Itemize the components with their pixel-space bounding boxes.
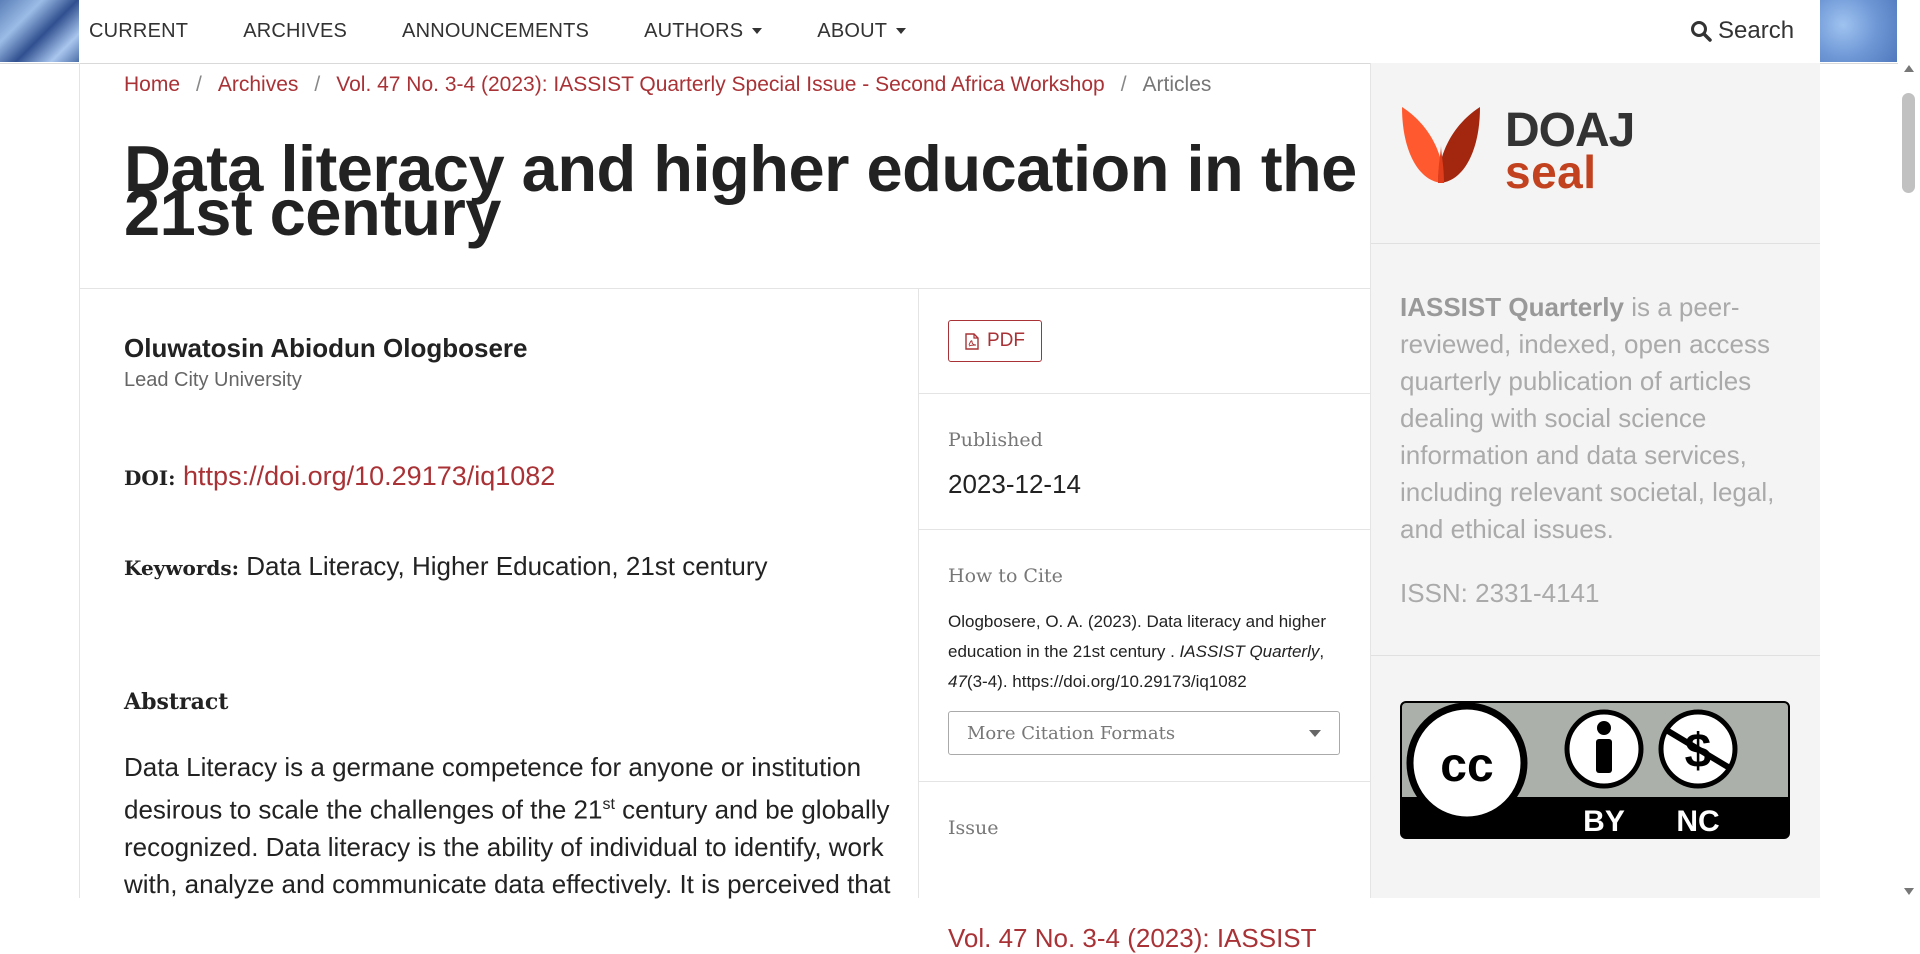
primary-nav: CURRENT ARCHIVES ANNOUNCEMENTS AUTHORS A… <box>89 0 961 62</box>
nc-text: NC <box>1676 805 1719 838</box>
breadcrumb: Home / Archives / Vol. 47 No. 3-4 (2023)… <box>124 73 1211 97</box>
abstract-superscript: st <box>602 796 615 813</box>
divider <box>919 393 1370 394</box>
breadcrumb-separator: / <box>314 73 321 96</box>
nav-item-authors[interactable]: AUTHORS <box>644 19 763 43</box>
file-pdf-icon <box>965 332 979 350</box>
doaj-leaf-icon <box>1402 107 1480 183</box>
divider <box>1371 655 1820 656</box>
article-details: PDF Published 2023-12-14 How to Cite Olo… <box>919 289 1370 953</box>
main-content: Home / Archives / Vol. 47 No. 3-4 (2023)… <box>79 63 1370 953</box>
breadcrumb-issue[interactable]: Vol. 47 No. 3-4 (2023): IASSIST Quarterl… <box>336 73 1104 97</box>
site-logo-left[interactable] <box>0 0 79 62</box>
issue-label: Issue <box>948 817 999 839</box>
page-title: Data literacy and higher education in th… <box>124 132 1357 250</box>
scroll-up-arrow-icon[interactable] <box>1904 65 1914 72</box>
scrollbar-thumb[interactable] <box>1902 93 1915 193</box>
breadcrumb-home[interactable]: Home <box>124 73 180 97</box>
published-label: Published <box>948 429 1043 451</box>
pdf-download-button[interactable]: PDF <box>948 320 1042 362</box>
abstract-text: Data Literacy is a germane competence fo… <box>124 749 904 903</box>
journal-name: IASSIST Quarterly <box>1400 292 1624 322</box>
nav-item-about[interactable]: ABOUT <box>817 19 907 43</box>
caret-down-icon <box>752 28 763 34</box>
pdf-label: PDF <box>987 330 1025 351</box>
keywords-row: Keywords: Data Literacy, Higher Educatio… <box>124 551 767 582</box>
breadcrumb-separator: / <box>196 73 202 96</box>
issn-text: ISSN: 2331-4141 <box>1400 578 1600 608</box>
site-logo-right[interactable] <box>1820 0 1897 62</box>
cc-by-nc-license-icon[interactable]: cc $ BY NC <box>1400 701 1790 839</box>
issue-link[interactable]: Vol. 47 No. 3-4 (2023): IASSIST <box>948 923 1317 954</box>
author-name: Oluwatosin Abiodun Ologbosere <box>124 333 528 363</box>
nav-item-label: AUTHORS <box>644 19 744 42</box>
scroll-down-arrow-icon[interactable] <box>1904 888 1914 895</box>
citation-format-label: More Citation Formats <box>967 722 1176 744</box>
doi-row: DOI: https://doi.org/10.29173/iq1082 <box>124 461 555 492</box>
how-to-cite-label: How to Cite <box>948 565 1063 587</box>
doi-label: DOI: <box>124 466 176 490</box>
breadcrumb-archives[interactable]: Archives <box>218 73 299 97</box>
cc-text: cc <box>1440 739 1493 792</box>
nav-item-announcements[interactable]: ANNOUNCEMENTS <box>402 20 589 43</box>
citation-journal: IASSIST Quarterly <box>1179 642 1320 661</box>
journal-description: IASSIST Quarterly is a peer-reviewed, in… <box>1400 289 1800 548</box>
divider <box>919 781 1370 782</box>
search-link[interactable]: Search <box>1690 17 1794 45</box>
divider <box>1371 243 1820 244</box>
citation-format-dropdown[interactable]: More Citation Formats <box>948 711 1340 755</box>
keywords-value: Data Literacy, Higher Education, 21st ce… <box>246 551 768 581</box>
nav-item-current[interactable]: CURRENT <box>89 20 188 43</box>
seal-wordmark: seal <box>1505 146 1597 198</box>
caret-down-icon <box>896 28 907 34</box>
sidebar: DOAJ seal IASSIST Quarterly is a peer-re… <box>1370 63 1820 898</box>
author-affiliation: Lead City University <box>124 369 302 391</box>
nav-item-label: ANNOUNCEMENTS <box>402 19 590 42</box>
top-navigation-bar: CURRENT ARCHIVES ANNOUNCEMENTS AUTHORS A… <box>0 0 1920 64</box>
keywords-label: Keywords: <box>124 556 240 580</box>
by-text: BY <box>1583 805 1625 838</box>
nav-item-label: ARCHIVES <box>243 19 348 42</box>
published-date: 2023-12-14 <box>948 469 1081 499</box>
breadcrumb-separator: / <box>1120 73 1127 96</box>
breadcrumb-current: Articles <box>1142 73 1212 96</box>
caret-down-icon <box>1309 730 1321 737</box>
search-icon <box>1691 21 1712 42</box>
abstract-heading: Abstract <box>124 689 229 715</box>
citation-sep: , <box>1319 642 1325 661</box>
journal-description-text: is a peer-reviewed, indexed, open access… <box>1400 292 1775 544</box>
citation-volume: 47 <box>948 672 967 691</box>
page-scrollbar[interactable] <box>1898 63 1920 898</box>
citation-text: Ologbosere, O. A. (2023). Data literacy … <box>948 607 1348 697</box>
search-label: Search <box>1718 17 1795 44</box>
nav-item-archives[interactable]: ARCHIVES <box>243 20 347 43</box>
nav-item-label: CURRENT <box>89 19 189 42</box>
citation-part: (3-4). https://doi.org/10.29173/iq1082 <box>966 672 1247 691</box>
divider <box>919 529 1370 530</box>
doi-link[interactable]: https://doi.org/10.29173/iq1082 <box>183 461 555 491</box>
nav-item-label: ABOUT <box>817 19 888 42</box>
article-entry: Oluwatosin Abiodun Ologbosere Lead City … <box>80 289 919 899</box>
